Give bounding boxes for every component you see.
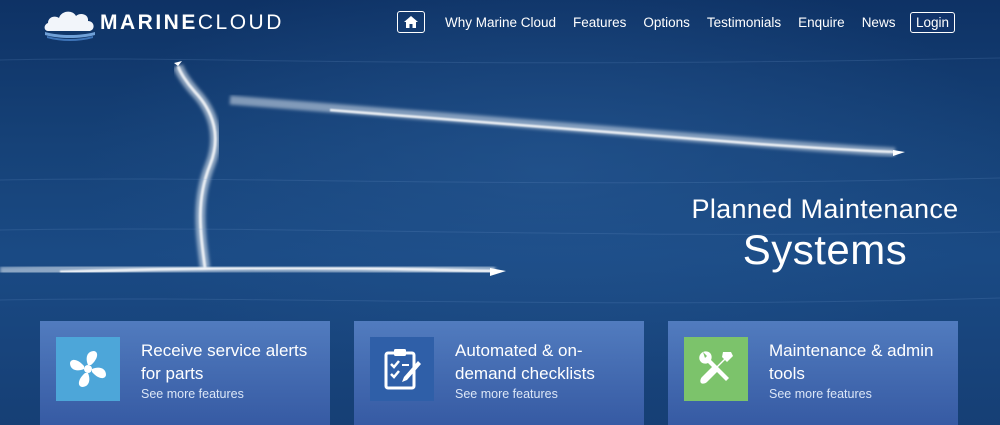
feature-card-admin-tools[interactable]: Maintenance & admin tools See more featu… [668,321,958,425]
feature-title: Automated & on-demand checklists [455,341,595,383]
feature-icon-box [684,337,748,401]
feature-icon-box [370,337,434,401]
hero-headline: Planned Maintenance Systems [660,194,990,274]
cloud-logo-icon [44,11,95,41]
tools-icon [699,351,733,384]
home-button[interactable] [396,11,425,33]
feature-card-service-alerts[interactable]: Receive service alerts for parts See mor… [40,321,330,425]
feature-card-checklists[interactable]: Automated & on-demand checklists See mor… [354,321,644,425]
brand-logo[interactable]: MARINECLOUD [42,4,284,42]
brand-wordmark: MARINECLOUD [100,11,284,34]
nav-enquire[interactable]: Enquire [798,15,845,30]
fan-icon [70,351,106,387]
feature-title: Maintenance & admin tools [769,341,934,383]
nav-options[interactable]: Options [643,15,690,30]
hero-title-line1: Planned Maintenance [691,194,959,224]
see-more-link[interactable]: See more features [769,387,872,401]
nav-news[interactable]: News [862,15,896,30]
nav-why-marine-cloud[interactable]: Why Marine Cloud [445,15,556,30]
see-more-link[interactable]: See more features [141,387,244,401]
hero-banner: MARINECLOUD Why Marine Cloud Features Op… [0,0,1000,425]
see-more-link[interactable]: See more features [455,387,558,401]
nav-features[interactable]: Features [573,15,626,30]
main-nav: Why Marine Cloud Features Options Testim… [396,11,955,33]
hero-title-line2: Systems [742,226,908,273]
login-button[interactable]: Login [909,11,955,33]
home-icon [403,16,418,28]
checklist-icon [384,349,421,390]
feature-title: Receive service alerts for parts [141,341,308,383]
feature-icon-box [56,337,120,401]
nav-testimonials[interactable]: Testimonials [707,15,781,30]
